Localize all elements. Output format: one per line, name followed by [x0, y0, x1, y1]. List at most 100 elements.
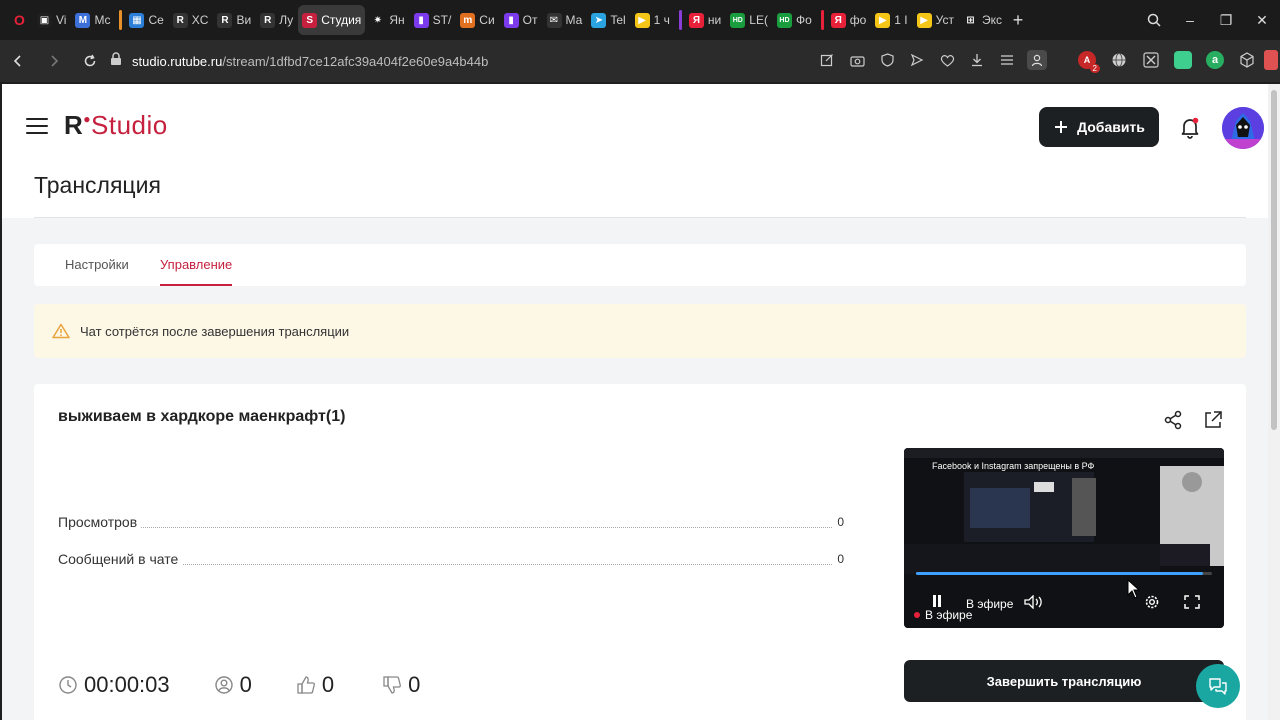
browser-tab[interactable]: R Ви: [213, 5, 255, 35]
browser-tab-label: Си: [479, 13, 495, 27]
close-window-icon[interactable]: ✕: [1244, 0, 1280, 40]
browser-tab[interactable]: R XC: [169, 5, 213, 35]
end-stream-button[interactable]: Завершить трансляцию: [904, 660, 1224, 702]
stat-leader: [58, 527, 832, 528]
user-avatar[interactable]: [1222, 107, 1264, 149]
browser-tab[interactable]: ✉ Ма: [543, 5, 587, 35]
scrollbar-thumb[interactable]: [1271, 90, 1277, 430]
browser-tab[interactable]: ▶ 1 ч: [631, 5, 674, 35]
camera-icon[interactable]: [847, 50, 867, 70]
send-icon[interactable]: [907, 50, 927, 70]
profile-icon[interactable]: [1027, 50, 1047, 70]
shield-icon[interactable]: [877, 50, 897, 70]
browser-tab-label: 1 I: [894, 13, 908, 27]
browser-tab[interactable]: ▮ От: [500, 5, 542, 35]
browser-tab[interactable]: R Лу: [256, 5, 297, 35]
page-scrollbar[interactable]: [1268, 84, 1280, 720]
studio-icon: S: [302, 12, 318, 28]
tab-search-icon[interactable]: [1136, 0, 1172, 40]
m-icon: m: [460, 12, 476, 28]
browser-tab-label: Ви: [236, 13, 252, 27]
warning-text: Чат сотрётся после завершения трансляции: [80, 323, 350, 339]
green-circle-extension-icon[interactable]: a: [1205, 50, 1225, 70]
stream-preview-frame: [904, 448, 1224, 628]
reload-icon[interactable]: [74, 45, 106, 77]
browser-tab-label: Ян: [389, 13, 405, 27]
share-icon[interactable]: [1162, 409, 1184, 431]
rutube-icon: R: [217, 12, 233, 28]
new-tab-icon[interactable]: +: [1006, 10, 1030, 31]
mouse-cursor-icon: [1127, 578, 1141, 604]
browser-tab[interactable]: ✷ Ян: [366, 5, 408, 35]
url-host: studio.rutube.ru: [132, 53, 223, 69]
browser-tab-label: От: [522, 13, 538, 27]
open-external-icon[interactable]: [1202, 409, 1224, 431]
browser-tab[interactable]: Яфо: [827, 5, 871, 35]
browser-tab-label: Tel: [610, 13, 626, 27]
browser-tab[interactable]: m Си: [456, 5, 498, 35]
restore-icon[interactable]: ❐: [1208, 0, 1244, 40]
volume-icon[interactable]: [1024, 594, 1046, 614]
browser-tab[interactable]: ▶ 1 I: [871, 5, 911, 35]
browser-tab-label: ST/: [432, 13, 452, 27]
url-text: studio.rutube.ru/stream/1dfbd7ce12afc39a…: [132, 54, 488, 69]
hamburger-menu-icon[interactable]: [26, 118, 48, 136]
tab-group-marker[interactable]: [820, 10, 824, 30]
menu-list-icon[interactable]: [997, 50, 1017, 70]
settings-gear-icon[interactable]: [1144, 594, 1160, 615]
rutube-icon: R: [172, 12, 188, 28]
browser-tab[interactable]: ▮ ST/: [410, 5, 456, 35]
tab-management[interactable]: Управление: [160, 244, 233, 286]
back-icon[interactable]: [2, 45, 34, 77]
browser-tab[interactable]: ▣ Vi: [33, 5, 70, 35]
support-chat-button[interactable]: [1196, 664, 1240, 708]
studio-header: R●Studio Добавить: [2, 84, 1268, 170]
tab-settings[interactable]: Настройки: [65, 244, 129, 286]
minimize-icon[interactable]: –: [1172, 0, 1208, 40]
browser-tab[interactable]: Яни: [685, 5, 725, 35]
stream-preview-player[interactable]: Facebook и Instagram запрещены в РФ В эф…: [904, 448, 1224, 628]
play-icon: ▶: [916, 12, 932, 28]
tab-group-marker[interactable]: [678, 10, 682, 30]
sidebar-extension-icon[interactable]: [1264, 50, 1278, 70]
heart-icon[interactable]: [937, 50, 957, 70]
logo-name: Studio: [91, 110, 168, 140]
forward-icon[interactable]: [38, 45, 70, 77]
browser-tab[interactable]: M Mc: [71, 5, 114, 35]
tab-group-marker[interactable]: [119, 10, 123, 30]
edit-icon[interactable]: [817, 50, 837, 70]
adblock-extension-icon[interactable]: A2: [1077, 50, 1100, 73]
twitch-icon: ▣: [37, 12, 52, 28]
grid-icon: ⊞: [962, 12, 978, 28]
browser-tab[interactable]: ▶ Уст: [913, 5, 958, 35]
live-dot: [914, 612, 920, 618]
cube-extension-icon[interactable]: [1237, 50, 1257, 70]
cross-extension-icon[interactable]: [1141, 50, 1161, 70]
player-progress[interactable]: [916, 572, 1212, 575]
browser-tab[interactable]: ▦ Ce: [125, 5, 167, 35]
download-icon[interactable]: [967, 50, 987, 70]
yandex-icon: Я: [688, 12, 704, 28]
logo-prefix: R: [64, 110, 84, 140]
notifications-bell-icon[interactable]: [1178, 115, 1202, 139]
rstudio-logo[interactable]: R●Studio: [64, 110, 168, 141]
browser-tab[interactable]: ⊞ Экс: [959, 5, 1006, 35]
stat-views-label: Просмотров: [58, 514, 142, 530]
fullscreen-icon[interactable]: [1184, 595, 1200, 614]
browser-tab[interactable]: HD Фо: [773, 5, 816, 35]
plus-icon: [1055, 121, 1068, 133]
logo-dot: ●: [83, 112, 92, 126]
browser-tab[interactable]: S Студия: [298, 5, 366, 35]
studio-page: R●Studio Добавить Трансляция Настройки У…: [2, 84, 1268, 720]
lock-icon: [110, 51, 122, 71]
thumbs-down-icon: [383, 676, 402, 694]
globe-extension-icon[interactable]: [1109, 50, 1129, 70]
browser-tab[interactable]: HD LE(: [726, 5, 772, 35]
browser-tab[interactable]: ➤ Tel: [587, 5, 629, 35]
duration-metric: 00:00:03: [58, 672, 170, 698]
opera-icon[interactable]: O: [12, 12, 27, 28]
green-extension-icon[interactable]: [1173, 50, 1193, 70]
address-bar[interactable]: studio.rutube.ru/stream/1dfbd7ce12afc39a…: [110, 46, 1040, 76]
add-button[interactable]: Добавить: [1039, 107, 1159, 147]
sun-icon: ✷: [370, 12, 386, 28]
